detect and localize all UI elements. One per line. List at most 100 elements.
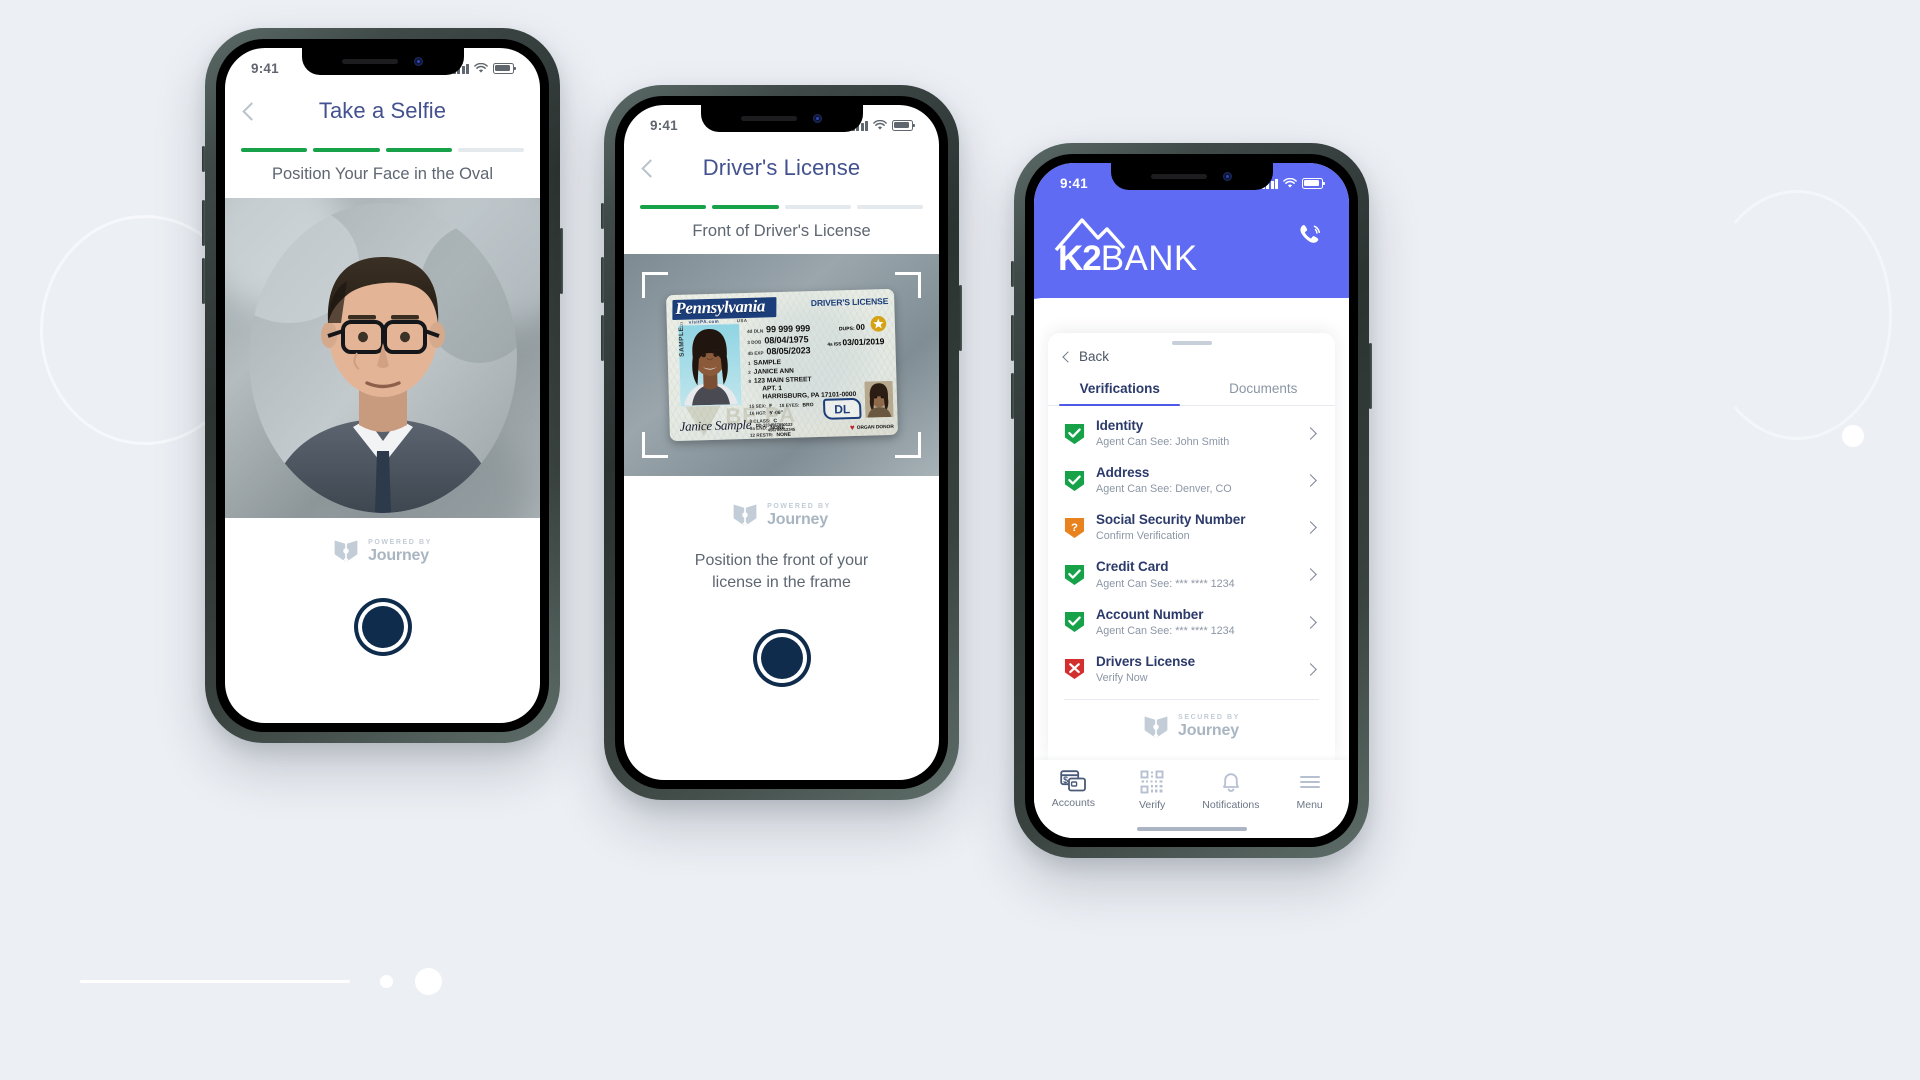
capture-hint-line2: license in the frame xyxy=(712,573,851,591)
frame-corner-br xyxy=(895,432,921,458)
volume-down-button[interactable] xyxy=(601,315,604,361)
bank-brand-logo: K2 BANK xyxy=(1054,218,1198,278)
capture-button-ring xyxy=(357,602,408,652)
bell-icon xyxy=(1222,773,1239,792)
carousel-track xyxy=(80,980,350,983)
mute-switch[interactable] xyxy=(202,146,205,172)
progress-segment xyxy=(712,205,779,209)
logo-wordmark: Journey xyxy=(368,546,429,564)
tab-verify[interactable]: Verify xyxy=(1113,770,1192,811)
verification-title: Social Security Number xyxy=(1096,512,1246,528)
carousel-dot-1[interactable] xyxy=(380,975,393,988)
tab-menu-label: Menu xyxy=(1296,799,1323,811)
verification-subtitle: Agent Can See: *** **** 1234 xyxy=(1096,624,1235,637)
device-notch xyxy=(301,48,464,75)
capture-button[interactable] xyxy=(353,598,412,656)
progress-segment xyxy=(640,205,707,209)
volume-down-button[interactable] xyxy=(1011,373,1014,419)
status-time: 9:41 xyxy=(251,60,279,76)
chevron-right-icon xyxy=(1304,568,1317,582)
shield-question-icon: ? xyxy=(1064,517,1085,538)
volume-up-button[interactable] xyxy=(202,200,205,246)
logo-wordmark: Journey xyxy=(1178,722,1239,740)
list-item[interactable]: Identity Agent Can See: John Smith xyxy=(1062,410,1321,457)
license-exp-value: 08/05/2023 xyxy=(765,345,811,357)
battery-icon xyxy=(493,63,516,74)
selfie-camera-preview xyxy=(225,198,540,518)
front-camera-icon xyxy=(1223,172,1232,181)
power-button[interactable] xyxy=(1369,343,1372,409)
shield-check-icon xyxy=(1064,564,1085,586)
list-item[interactable]: Account Number Agent Can See: *** **** 1… xyxy=(1062,599,1321,646)
phone-device-selfie: 9:41 Take a Selfie Position Your Face in… xyxy=(202,28,563,743)
mute-switch[interactable] xyxy=(1011,261,1014,287)
license-dd-line2: 456789012345 xyxy=(767,426,795,433)
license-lastname-label: 1 xyxy=(747,361,751,367)
carousel-dot-2-active[interactable] xyxy=(415,968,442,995)
capture-button[interactable] xyxy=(752,629,811,688)
license-address-label: 8 xyxy=(747,379,751,385)
volume-up-button[interactable] xyxy=(601,257,604,303)
tab-verify-label: Verify xyxy=(1138,799,1166,811)
license-firstname-value: JANICE ANN xyxy=(753,368,794,377)
logo-kicker: POWERED BY xyxy=(767,502,831,510)
license-camera-preview: Pennsylvania visitPA.com USA DRIVER'S LI… xyxy=(624,254,939,476)
tab-menu[interactable]: Menu xyxy=(1270,770,1349,811)
battery-icon xyxy=(892,120,915,131)
phone-ringing-icon[interactable] xyxy=(1295,221,1323,249)
capture-hint-line1: Position the front of your xyxy=(694,552,869,569)
license-dln-label: 4d DLN xyxy=(746,328,763,334)
gold-star-icon xyxy=(870,316,886,332)
chevron-left-icon xyxy=(1062,350,1074,363)
volume-down-button[interactable] xyxy=(202,258,205,304)
logo-kicker: SECURED BY xyxy=(1178,714,1240,722)
bank-name-light: BANK xyxy=(1100,239,1198,278)
nav-header: Driver's License xyxy=(624,145,939,191)
license-restr-label: 12 RESTR: xyxy=(749,432,774,439)
mute-switch[interactable] xyxy=(601,203,604,229)
home-indicator xyxy=(1136,826,1247,831)
license-dl-tag: DL xyxy=(822,397,862,420)
journey-shield-icon xyxy=(334,540,358,562)
earpiece-speaker xyxy=(741,116,797,121)
selfie-preview xyxy=(248,203,517,513)
step-progress-bar xyxy=(225,134,540,152)
list-item[interactable]: Credit Card Agent Can See: *** **** 1234 xyxy=(1062,551,1321,598)
qr-code-icon xyxy=(1140,770,1164,794)
phone-bezel: 9:41 Driver's License Front of Driver's … xyxy=(615,96,948,789)
license-ghost-portrait xyxy=(863,380,893,418)
heart-icon: ♥ xyxy=(849,422,855,433)
list-item[interactable]: Address Agent Can See: Denver, CO xyxy=(1062,457,1321,504)
power-button[interactable] xyxy=(560,228,563,294)
verification-subtitle: Agent Can See: Denver, CO xyxy=(1096,483,1232,496)
volume-up-button[interactable] xyxy=(1011,315,1014,361)
earpiece-speaker xyxy=(1151,174,1207,179)
tab-verifications[interactable]: Verifications xyxy=(1048,373,1192,407)
power-button[interactable] xyxy=(959,285,962,351)
verification-title: Identity xyxy=(1096,418,1144,433)
list-item[interactable]: ? Social Security Number Confirm Verific… xyxy=(1062,504,1321,551)
license-capture-screen: 9:41 Driver's License Front of Driver's … xyxy=(624,105,939,780)
wifi-icon xyxy=(873,119,887,130)
tab-notifications[interactable]: Notifications xyxy=(1192,770,1271,811)
back-button[interactable]: Back xyxy=(1048,345,1335,364)
license-state-name: Pennsylvania xyxy=(674,296,765,318)
frame-corner-tr xyxy=(895,272,921,298)
verification-subtitle: Agent Can See: John Smith xyxy=(1096,436,1230,449)
decorative-arc-right xyxy=(1702,190,1892,440)
wifi-icon xyxy=(474,62,488,73)
journey-shield-icon xyxy=(733,504,757,526)
license-lastname-value: SAMPLE xyxy=(752,359,781,368)
chevron-right-icon xyxy=(1304,474,1317,488)
tab-accounts[interactable]: $ Accounts xyxy=(1034,770,1113,809)
svg-text:?: ? xyxy=(1071,522,1078,534)
license-firstname-label: 2 xyxy=(747,370,751,376)
tab-notifications-label: Notifications xyxy=(1202,799,1260,811)
progress-segment xyxy=(313,148,380,152)
progress-segment xyxy=(385,148,452,152)
powered-by-journey-logo: POWERED BY Journey xyxy=(225,518,540,564)
tab-documents[interactable]: Documents xyxy=(1192,373,1336,405)
license-dups-block: DUPS: 00 xyxy=(838,323,864,333)
list-item[interactable]: Drivers License Verify Now xyxy=(1062,646,1321,693)
frame-corner-tl xyxy=(642,272,668,298)
